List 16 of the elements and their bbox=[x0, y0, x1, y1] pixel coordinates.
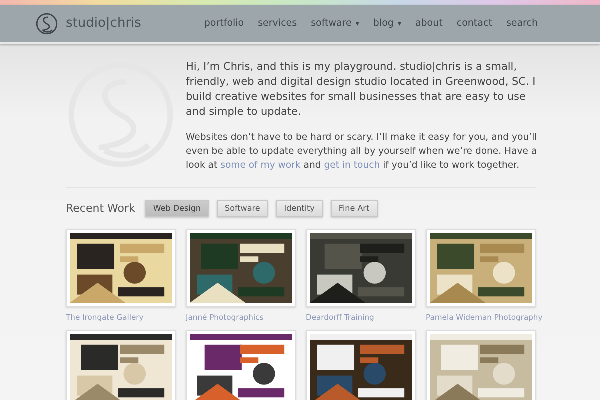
nav-link[interactable]: about bbox=[415, 18, 443, 29]
text-link[interactable]: some of my work bbox=[220, 160, 301, 171]
intro-paragraph: Websites don’t have to be hard or scary. I’ll make it easy for you, and you’ll even be able to update everything all by yourself when we’re done. Have a look at some of my work and get in touch if you’d like to work together. bbox=[186, 131, 538, 173]
logo-icon bbox=[36, 12, 58, 34]
filter-button[interactable]: Identity bbox=[276, 200, 323, 217]
intro-paragraph: Hi, I’m Chris, and this is my playground. studio|chris is a small, friendly, web and digital design studio located in Greenwood, SC. I build creative websites for small businesses that are easy to use and simple to update. bbox=[186, 60, 537, 120]
filter-button[interactable]: Software bbox=[216, 200, 268, 217]
filter-button[interactable]: Fine Art bbox=[330, 200, 378, 217]
nav-link[interactable]: services bbox=[258, 18, 298, 29]
nav-link[interactable]: contact bbox=[456, 18, 492, 29]
logo-text[interactable]: studio|chris bbox=[66, 16, 142, 31]
text-link[interactable]: get in touch bbox=[324, 160, 380, 171]
nav-link[interactable]: search bbox=[506, 18, 538, 29]
section-title: Recent Work bbox=[66, 202, 136, 215]
nav-link[interactable]: portfolio bbox=[204, 18, 244, 29]
filter-button[interactable]: Web Design bbox=[145, 200, 209, 217]
